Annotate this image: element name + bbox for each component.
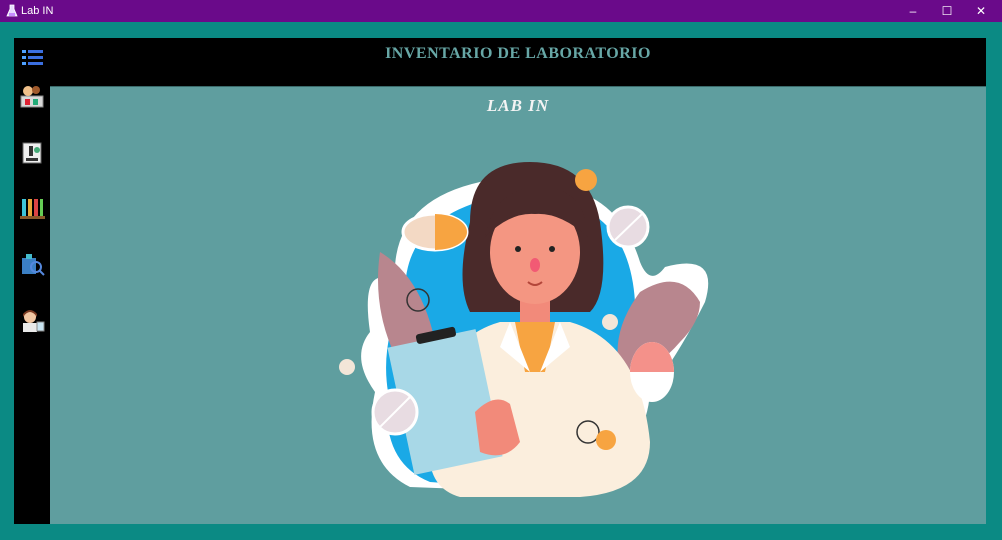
lab-search-button[interactable] [17, 250, 47, 280]
app-logo-text: LAB IN [486, 96, 550, 115]
window-titlebar: Lab IN – ☐ ✕ [0, 0, 1002, 22]
menu-list-button[interactable] [17, 43, 47, 73]
microscope-button[interactable] [17, 138, 47, 168]
test-tubes-icon [20, 199, 45, 219]
scientist-button[interactable] [17, 306, 47, 336]
header-bar: INVENTARIO DE LABORATORIO [50, 38, 986, 87]
microscope-icon [22, 142, 42, 164]
app-flask-icon [6, 4, 18, 17]
main-content: LAB IN [50, 87, 986, 524]
maximize-button[interactable]: ☐ [930, 0, 964, 22]
menu-list-icon [22, 50, 43, 65]
lab-search-icon [22, 254, 45, 276]
test-tubes-button[interactable] [17, 194, 47, 224]
lab-equipment-button[interactable] [17, 82, 47, 112]
scientist-illustration [339, 162, 709, 497]
window-title: Lab IN [21, 5, 54, 17]
minimize-button[interactable]: – [896, 0, 930, 22]
close-button[interactable]: ✕ [964, 0, 998, 22]
lab-equipment-icon [20, 86, 44, 108]
page-title: INVENTARIO DE LABORATORIO [385, 45, 651, 62]
sidebar [14, 38, 50, 524]
scientist-icon [23, 310, 45, 332]
